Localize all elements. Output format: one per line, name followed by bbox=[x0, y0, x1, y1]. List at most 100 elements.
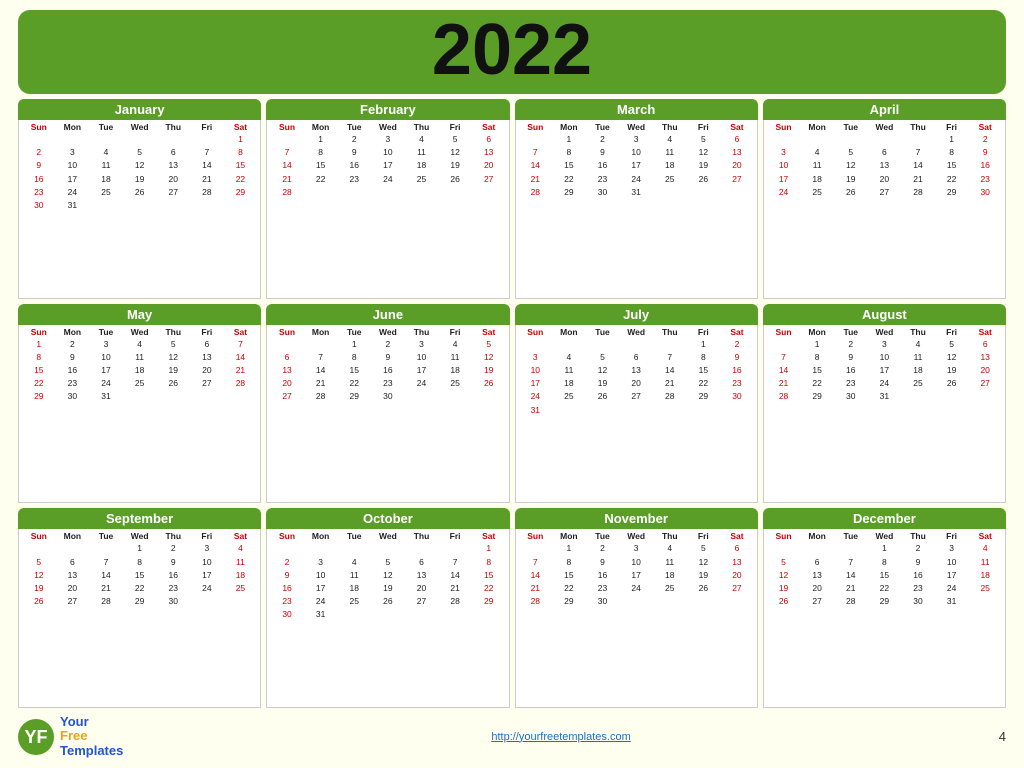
day-cell: 5 bbox=[472, 338, 506, 351]
day-cell: 10 bbox=[371, 146, 405, 159]
day-cell: 2 bbox=[586, 133, 620, 146]
day-cell: 13 bbox=[720, 146, 754, 159]
day-cell: 10 bbox=[619, 146, 653, 159]
day-cell: 7 bbox=[519, 146, 553, 159]
month-block-june: JuneSunMonTueWedThuFriSat123456789101112… bbox=[266, 304, 509, 504]
day-cell: 9 bbox=[156, 556, 190, 569]
day-cell: 3 bbox=[371, 133, 405, 146]
day-cell: 16 bbox=[586, 569, 620, 582]
day-cell: 25 bbox=[405, 173, 439, 186]
day-cell: 4 bbox=[337, 556, 371, 569]
footer-link[interactable]: http://yourfreetemplates.com bbox=[491, 731, 630, 743]
day-cell: 2 bbox=[22, 146, 56, 159]
day-cell: 23 bbox=[834, 377, 868, 390]
day-cell bbox=[123, 199, 157, 212]
day-cell: 14 bbox=[834, 569, 868, 582]
day-cell: 6 bbox=[868, 146, 902, 159]
weekday-header: Mon bbox=[800, 531, 834, 541]
day-cell: 5 bbox=[687, 133, 721, 146]
weekday-header: Mon bbox=[56, 122, 90, 132]
day-cell: 17 bbox=[190, 569, 224, 582]
day-cell bbox=[224, 595, 258, 608]
footer-page: 4 bbox=[999, 729, 1006, 744]
day-cell: 29 bbox=[687, 390, 721, 403]
day-cell: 22 bbox=[304, 173, 338, 186]
day-cell: 29 bbox=[552, 186, 586, 199]
day-cell: 23 bbox=[968, 173, 1002, 186]
days-grid: 1234567891011121314151617181920212223242… bbox=[22, 338, 257, 404]
day-cell: 15 bbox=[868, 569, 902, 582]
month-header-october: October bbox=[266, 508, 509, 529]
days-grid: 1234567891011121314151617181920212223242… bbox=[519, 542, 754, 608]
day-headers: SunMonTueWedThuFriSat bbox=[22, 327, 257, 337]
day-cell: 19 bbox=[438, 159, 472, 172]
day-cell bbox=[586, 404, 620, 417]
day-cell: 15 bbox=[304, 159, 338, 172]
day-cell: 31 bbox=[56, 199, 90, 212]
day-cell: 21 bbox=[519, 173, 553, 186]
day-cell: 25 bbox=[653, 173, 687, 186]
day-cell: 6 bbox=[720, 542, 754, 555]
day-cell: 15 bbox=[123, 569, 157, 582]
day-cell: 9 bbox=[371, 351, 405, 364]
weekday-header: Tue bbox=[89, 122, 123, 132]
day-cell: 13 bbox=[56, 569, 90, 582]
day-cell: 29 bbox=[337, 390, 371, 403]
day-cell: 3 bbox=[89, 338, 123, 351]
day-cell: 31 bbox=[304, 608, 338, 621]
day-cell: 22 bbox=[935, 173, 969, 186]
logo-icon: YF bbox=[18, 719, 54, 755]
day-cell bbox=[653, 595, 687, 608]
day-cell bbox=[371, 186, 405, 199]
day-cell: 29 bbox=[868, 595, 902, 608]
day-cell: 31 bbox=[89, 390, 123, 403]
weekday-header: Wed bbox=[619, 122, 653, 132]
sun-header: Sun bbox=[22, 327, 56, 337]
day-cell: 26 bbox=[834, 186, 868, 199]
day-cell: 23 bbox=[156, 582, 190, 595]
day-cell: 13 bbox=[190, 351, 224, 364]
month-body-february: SunMonTueWedThuFriSat1234567891011121314… bbox=[266, 120, 509, 299]
day-cell: 3 bbox=[619, 542, 653, 555]
day-cell: 20 bbox=[405, 582, 439, 595]
weekday-header: Fri bbox=[687, 531, 721, 541]
days-grid: 1234567891011121314151617181920212223242… bbox=[767, 338, 1002, 404]
day-cell: 9 bbox=[56, 351, 90, 364]
day-cell: 18 bbox=[653, 569, 687, 582]
day-cell: 18 bbox=[653, 159, 687, 172]
day-cell bbox=[89, 133, 123, 146]
sat-header: Sat bbox=[472, 531, 506, 541]
day-cell: 4 bbox=[968, 542, 1002, 555]
day-cell: 25 bbox=[653, 582, 687, 595]
day-cell: 7 bbox=[224, 338, 258, 351]
day-cell: 5 bbox=[156, 338, 190, 351]
day-cell: 5 bbox=[767, 556, 801, 569]
day-cell: 10 bbox=[767, 159, 801, 172]
sun-header: Sun bbox=[767, 531, 801, 541]
day-cell: 17 bbox=[89, 364, 123, 377]
day-cell: 6 bbox=[56, 556, 90, 569]
weekday-header: Wed bbox=[619, 327, 653, 337]
day-cell: 12 bbox=[22, 569, 56, 582]
day-cell bbox=[901, 390, 935, 403]
day-cell bbox=[653, 186, 687, 199]
day-cell: 5 bbox=[438, 133, 472, 146]
day-cell bbox=[123, 390, 157, 403]
weekday-header: Thu bbox=[405, 531, 439, 541]
day-cell: 21 bbox=[438, 582, 472, 595]
day-cell: 17 bbox=[405, 364, 439, 377]
day-cell: 8 bbox=[800, 351, 834, 364]
day-cell: 25 bbox=[968, 582, 1002, 595]
day-cell: 20 bbox=[868, 173, 902, 186]
day-cell: 28 bbox=[834, 595, 868, 608]
month-body-november: SunMonTueWedThuFriSat1234567891011121314… bbox=[515, 529, 758, 708]
days-grid: 1234567891011121314151617181920212223242… bbox=[270, 542, 505, 621]
day-cell: 29 bbox=[552, 595, 586, 608]
sun-header: Sun bbox=[519, 531, 553, 541]
day-cell bbox=[800, 133, 834, 146]
sat-header: Sat bbox=[224, 531, 258, 541]
day-cell: 29 bbox=[123, 595, 157, 608]
day-headers: SunMonTueWedThuFriSat bbox=[767, 122, 1002, 132]
day-cell: 6 bbox=[156, 146, 190, 159]
weekday-header: Mon bbox=[304, 327, 338, 337]
